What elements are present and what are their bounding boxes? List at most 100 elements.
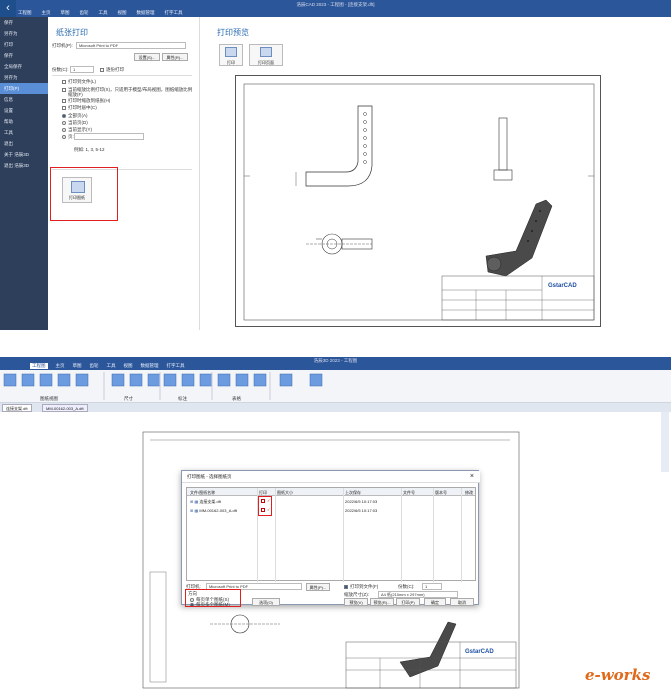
collate-option[interactable]: 逐份打印 [100, 67, 124, 73]
col-header: 修改 [465, 490, 473, 495]
backstage-sidebar: 保存 另存为 打印 保存 全局保存 另存为 打印(P) 信息 设置 帮助 工具 … [0, 17, 48, 330]
title-bar: 浩辰3D 2023 - 工程图 工程图 主页 草图 齿轮 工具 视图 数据管理 … [0, 357, 671, 370]
table-header [187, 488, 475, 496]
setup-button[interactable]: 设置(S)... [134, 53, 160, 61]
sidebar-item[interactable]: 工具 [0, 127, 48, 138]
menu-item[interactable]: 草图 [73, 363, 82, 369]
cancel-button[interactable]: 取消 [450, 598, 474, 606]
properties-button[interactable]: 属性(P)... [306, 583, 330, 591]
menu-item-active[interactable]: 工程图 [30, 363, 48, 369]
drawing-preview: GstarCAD [243, 83, 595, 321]
document-tab-bar: 连接支架.dft MM-00162-003_A.dft [0, 403, 671, 412]
ribbon-group-label: 尺寸 [124, 396, 133, 401]
scale-select[interactable]: A4 纸(210mm x 297mm) [378, 591, 458, 598]
close-icon[interactable]: × [470, 473, 474, 480]
dialog-title: 打印图纸 - 选择图纸页 [182, 471, 480, 483]
col-header: 版本号 [435, 490, 447, 495]
sidebar-item[interactable]: 退出 [0, 138, 48, 149]
copies-input[interactable]: 1 [422, 583, 442, 590]
doc-tab[interactable]: MM-00162-003_A.dft [42, 404, 88, 412]
window-title: 浩辰CAD 2023 - 工程图 - [连接支架.dft] [296, 2, 375, 7]
row-date: 2022/6/5 10:17:03 [345, 508, 378, 513]
sidebar-item[interactable]: 帮助 [0, 116, 48, 127]
menu-item[interactable]: 工具 [99, 10, 108, 16]
sidebar-item[interactable]: 信息 [0, 94, 48, 105]
menu-bar: 工程图 主页 草图 齿轮 工具 视图 数据管理 打字工具 [18, 10, 183, 16]
row-date: 2022/6/5 10:17:03 [345, 499, 378, 504]
preview-button[interactable]: 预览(V) [344, 598, 368, 606]
pages-input[interactable] [74, 133, 144, 140]
ok-button[interactable]: 确定 [424, 598, 446, 606]
print-button[interactable]: 打印(P) [396, 598, 420, 606]
table-row[interactable]: ⊞ ▦ 连接支架.dft [190, 499, 221, 505]
ribbon-group-label: 标注 [178, 396, 187, 401]
sidebar-item[interactable]: 全局保存 [0, 61, 48, 72]
sidebar-item[interactable]: 保存 [0, 17, 48, 28]
panel-title: 纸张打印 [56, 28, 88, 37]
side-toolbar[interactable] [661, 412, 669, 472]
options-button[interactable]: 选项(O) [252, 598, 280, 606]
print-to-file-option[interactable]: 打印到文件(F) [344, 584, 378, 590]
ribbon: 图纸视图 尺寸 标注 表格 [0, 370, 671, 403]
preview-page-button[interactable]: 打印页面 [249, 44, 283, 66]
sidebar-item[interactable]: 保存 [0, 50, 48, 61]
menu-item[interactable]: 数据管理 [137, 10, 155, 16]
menu-item[interactable]: 工程图 [18, 10, 32, 16]
page-setup-icon [260, 47, 272, 57]
logo-text: GstarCAD [465, 649, 494, 655]
center-option[interactable]: 打印时居中(C) [62, 105, 97, 111]
range-current[interactable]: 当前页(D) [62, 120, 88, 126]
sidebar-item[interactable]: 打印 [0, 39, 48, 50]
printer-select[interactable]: Microsoft Print to PDF [76, 42, 186, 49]
copies-input[interactable]: 1 [70, 66, 94, 73]
menu-item[interactable]: 视图 [118, 10, 127, 16]
menu-item[interactable]: 主页 [56, 363, 65, 369]
drawing-sheet: GstarCAD [235, 75, 601, 327]
range-all[interactable]: 全部页(A) [62, 113, 88, 119]
range-example: 例如: 1, 3, 5-12 [74, 147, 105, 152]
sidebar-item[interactable]: 退出 浩辰3D [0, 160, 48, 171]
menu-item[interactable]: 数据管理 [141, 363, 159, 369]
col-header: 文件号 [403, 490, 415, 495]
menu-item[interactable]: 视图 [124, 363, 133, 369]
printer-icon [225, 47, 237, 57]
printer-label: 打印机(P): [52, 43, 73, 48]
table-row[interactable]: ⊞ ▦ MM-00162-003_A.dft [190, 508, 237, 513]
print-to-file-option[interactable]: 打印到文件(L) [62, 79, 96, 85]
menu-item[interactable]: 主页 [42, 10, 51, 16]
menu-item[interactable]: 齿轮 [80, 10, 89, 16]
menu-item[interactable]: 齿轮 [90, 363, 99, 369]
range-pages[interactable]: 页: [62, 134, 74, 140]
preview-title: 打印预览 [217, 28, 249, 37]
ribbon-group-label: 表格 [232, 396, 241, 401]
sheet-table: 文件/图纸名称 打印 图纸大小 上次保存 文件号 版本号 修改 ⊞ ▦ 连接支架… [186, 487, 476, 582]
sidebar-item[interactable]: 关于 浩辰3D [0, 149, 48, 160]
properties-button[interactable]: 属性(R)... [162, 53, 188, 61]
ribbon-group-label: 图纸视图 [40, 396, 58, 401]
print-sheets-dialog: 打印图纸 - 选择图纸页 × 文件/图纸名称 打印 图纸大小 上次保存 文件号 … [181, 470, 480, 607]
doc-tab-active[interactable]: 连接支架.dft [2, 404, 32, 412]
bottom-screenshot: 浩辰3D 2023 - 工程图 工程图 主页 草图 齿轮 工具 视图 数据管理 … [0, 357, 671, 692]
print-sheets-button[interactable]: 打印图纸 [62, 177, 92, 203]
print-panel: 纸张打印 打印机(P): Microsoft Print to PDF 设置(S… [48, 17, 200, 330]
title-bar: ‹ 浩辰CAD 2023 - 工程图 - [连接支架.dft] 工程图 主页 草… [0, 0, 671, 17]
logo-text: GstarCAD [548, 283, 577, 289]
menu-bar: 工程图 主页 草图 齿轮 工具 视图 数据管理 打字工具 [30, 363, 185, 369]
highlight-box [185, 589, 241, 607]
printer-icon [71, 181, 85, 193]
menu-item[interactable]: 工具 [107, 363, 116, 369]
preview-more-button[interactable]: 预览(R)... [370, 598, 394, 606]
preview-print-button[interactable]: 打印 [219, 44, 243, 66]
ribbon-icons [3, 372, 323, 400]
sidebar-item[interactable]: 另存为 [0, 28, 48, 39]
menu-item[interactable]: 打字工具 [167, 363, 185, 369]
menu-item[interactable]: 打字工具 [165, 10, 183, 16]
col-header: 图纸大小 [277, 490, 293, 495]
sidebar-item[interactable]: 设置 [0, 105, 48, 116]
sidebar-item[interactable]: 另存为 [0, 72, 48, 83]
menu-item[interactable]: 草图 [61, 10, 70, 16]
watermark: e-works [585, 666, 651, 684]
sidebar-item-print[interactable]: 打印(P) [0, 83, 48, 94]
fit-option[interactable]: 打印时缩放到纸张(H) [62, 98, 110, 104]
col-header: 上次保存 [345, 490, 361, 495]
